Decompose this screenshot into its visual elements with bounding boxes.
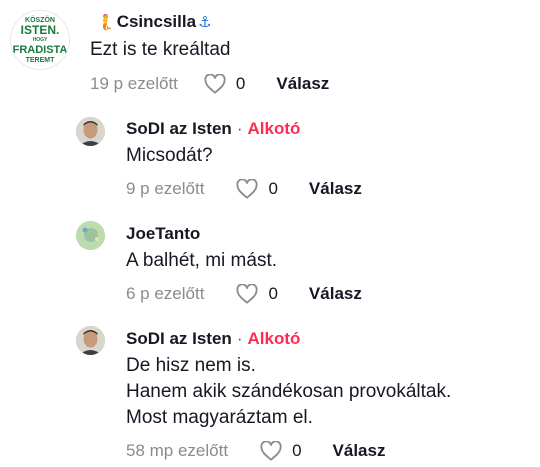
comment-author-name[interactable]: SoDI az Isten xyxy=(126,119,232,139)
like-count: 0 xyxy=(292,441,302,460)
comment-author-name[interactable]: SoDI az Isten xyxy=(126,329,232,349)
user-avatar[interactable] xyxy=(76,326,105,355)
comment-text-line: Hanem akik szándékosan provokáltak. xyxy=(126,381,452,402)
fradi-badge-image: KÖSZÖN ISTEN. HOGY FRADISTA TEREMT xyxy=(11,11,69,69)
mermaid-emoji-icon: 🧜 xyxy=(96,14,115,31)
heart-icon xyxy=(260,441,282,461)
like-button[interactable]: 0 xyxy=(236,179,278,199)
comment-meta: 6 p ezelőtt 0 Válasz xyxy=(126,284,362,304)
svg-text:FRADISTA: FRADISTA xyxy=(13,44,68,56)
svg-text:HOGY: HOGY xyxy=(33,37,48,43)
reply-button[interactable]: Válasz xyxy=(309,179,362,199)
anchor-emoji-icon: ⚓ xyxy=(198,14,212,31)
user-avatar[interactable]: KÖSZÖN ISTEN. HOGY FRADISTA TEREMT xyxy=(10,10,70,70)
person-avatar-image xyxy=(76,326,105,355)
creator-badge: Alkotó xyxy=(247,329,301,348)
comment-timestamp: 6 p ezelőtt xyxy=(126,284,205,303)
comment-meta: 9 p ezelőtt 0 Válasz xyxy=(126,179,362,199)
comment-text-line: De hisz nem is. xyxy=(126,355,256,376)
like-count: 0 xyxy=(268,284,278,303)
comment-timestamp: 58 mp ezelőtt xyxy=(126,441,229,460)
heart-icon xyxy=(204,74,226,94)
comment-author-name[interactable]: JoeTanto xyxy=(126,224,200,244)
comment-author-line: SoDI az Isten · Alkotó xyxy=(126,119,300,139)
heart-icon xyxy=(236,284,259,304)
reply-button[interactable]: Válasz xyxy=(333,441,386,461)
reply-button[interactable]: Válasz xyxy=(309,284,362,304)
like-count: 0 xyxy=(268,179,278,198)
comment-text: Micsodát? xyxy=(126,145,213,166)
heart-icon xyxy=(236,179,259,199)
comment-author-line: JoeTanto xyxy=(126,224,200,244)
like-button[interactable]: 0 xyxy=(236,284,278,304)
comment-author-line: SoDI az Isten · Alkotó xyxy=(126,329,300,349)
like-button[interactable]: 0 xyxy=(204,74,245,94)
separator-dot: · xyxy=(236,119,243,138)
svg-text:TEREMT: TEREMT xyxy=(26,57,56,64)
person-avatar-image xyxy=(76,117,105,146)
comment-author-line: 🧜 Csincsilla ⚓ xyxy=(94,12,214,32)
like-button[interactable]: 0 xyxy=(260,441,302,461)
svg-text:ISTEN.: ISTEN. xyxy=(21,23,60,37)
default-avatar-image xyxy=(76,221,105,250)
comment-meta: 19 p ezelőtt 0 Válasz xyxy=(90,74,329,94)
comment-text: Ezt is te kreáltad xyxy=(90,39,231,60)
comment-text: A balhét, mi mást. xyxy=(126,250,278,271)
creator-badge: Alkotó xyxy=(247,119,301,138)
comment-text-line: Most magyaráztam el. xyxy=(126,407,313,428)
comment-author-name[interactable]: Csincsilla xyxy=(117,12,196,32)
like-count: 0 xyxy=(235,74,246,93)
comment-timestamp: 19 p ezelőtt xyxy=(90,74,178,93)
comment-meta: 58 mp ezelőtt 0 Válasz xyxy=(126,441,385,461)
user-avatar[interactable] xyxy=(76,117,105,146)
separator-dot: · xyxy=(236,329,243,348)
reply-button[interactable]: Válasz xyxy=(276,74,329,94)
user-avatar[interactable] xyxy=(76,221,105,250)
comment-timestamp: 9 p ezelőtt xyxy=(126,179,205,198)
